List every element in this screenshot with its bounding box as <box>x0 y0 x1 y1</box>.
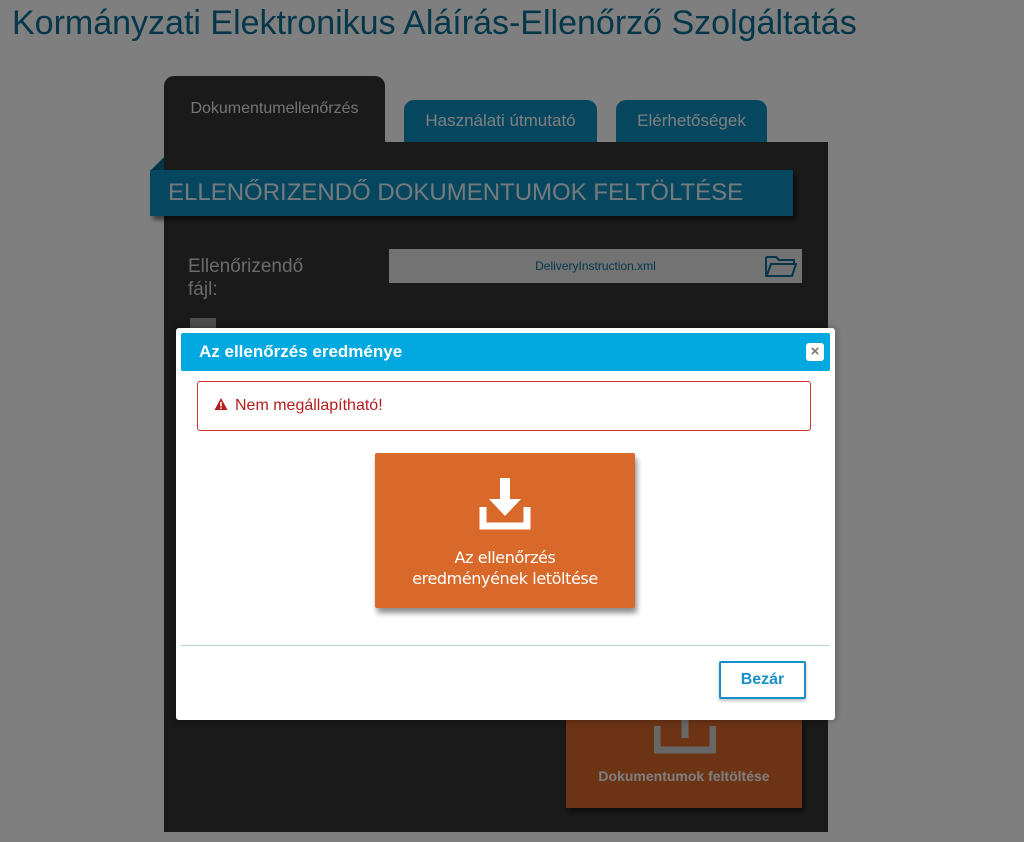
close-button[interactable]: Bezár <box>719 661 806 699</box>
download-icon <box>479 478 531 530</box>
download-result-button[interactable]: Az ellenőrzés eredményének letöltése <box>375 453 635 608</box>
dialog-header: Az ellenőrzés eredménye × <box>181 333 830 371</box>
dialog-title: Az ellenőrzés eredménye <box>199 342 403 361</box>
close-icon[interactable]: × <box>806 343 824 361</box>
dialog-divider <box>181 645 830 646</box>
warning-icon <box>214 398 228 410</box>
result-alert: Nem megállapítható! <box>197 381 811 431</box>
result-status-text: Nem megállapítható! <box>235 397 383 414</box>
result-dialog: Az ellenőrzés eredménye × Nem megállapít… <box>176 328 835 720</box>
download-result-label: Az ellenőrzés eredményének letöltése <box>412 548 598 588</box>
